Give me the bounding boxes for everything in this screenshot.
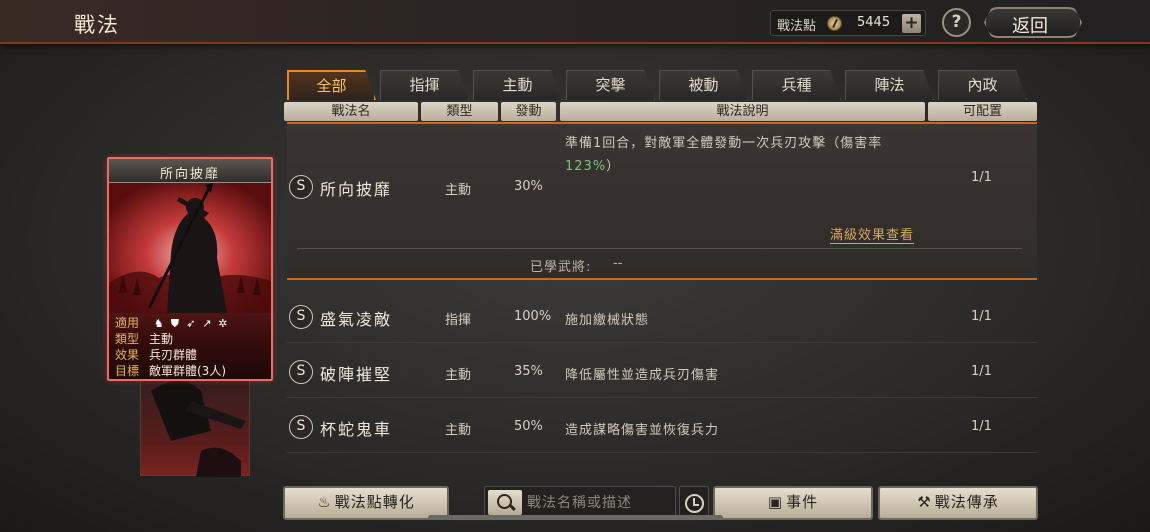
- skill-rate: 100%: [514, 309, 552, 324]
- wheel-icon: ✲: [218, 316, 228, 330]
- damage-rate-highlight: 123%: [565, 159, 607, 174]
- home-indicator: [428, 515, 723, 520]
- card-type-value: 主動: [149, 332, 174, 346]
- skill-description: 降低屬性並造成兵刃傷害: [565, 368, 720, 383]
- column-header-description: 戰法說明: [560, 102, 925, 121]
- learned-generals-label: 已學武將:: [530, 260, 592, 275]
- skill-type: 主動: [445, 423, 472, 438]
- events-button[interactable]: ▣ 事件: [713, 486, 873, 520]
- grade-badge: S: [289, 415, 313, 439]
- row-divider: [297, 248, 1022, 249]
- column-header-rate[interactable]: 發動: [501, 102, 556, 121]
- page-title: 戰法: [74, 13, 120, 37]
- card-applies-row: 適用 ♞ ⛊ ➶ ↗ ✲: [115, 315, 229, 331]
- card-title: 所向披靡: [159, 167, 220, 182]
- tab-all[interactable]: 全部: [287, 70, 376, 100]
- skill-row[interactable]: S 盛氣凌敵 指揮 100% 施加繳械狀態 1/1: [287, 289, 1037, 343]
- grade-badge: S: [289, 175, 313, 199]
- skill-name: 杯蛇鬼車: [320, 420, 393, 439]
- skill-points-value: 5445: [857, 15, 891, 30]
- convert-points-label: 戰法點轉化: [334, 493, 415, 511]
- shield-icon: ⛊: [170, 316, 179, 330]
- spear-icon: ↗: [202, 316, 212, 330]
- tab-command[interactable]: 指揮: [380, 70, 469, 100]
- tab-active[interactable]: 主動: [473, 70, 562, 100]
- card-effect-row: 效果 兵刃群體: [115, 347, 197, 363]
- scroll-icon: ▣: [767, 493, 784, 511]
- card-target-value: 敵軍群體(3人): [149, 364, 226, 378]
- skill-type: 主動: [445, 183, 472, 198]
- events-label: 事件: [786, 493, 819, 511]
- card-effect-label: 效果: [115, 348, 140, 362]
- skill-name: 破陣摧堅: [320, 365, 393, 384]
- top-bar: 戰法 戰法點 5445 + ? 返回: [0, 0, 1150, 44]
- tab-formation[interactable]: 陣法: [845, 70, 934, 100]
- card-title-bar: 所向披靡: [109, 159, 271, 183]
- card-type-label: 類型: [115, 332, 140, 346]
- learned-generals-value: --: [613, 256, 623, 271]
- tab-passive[interactable]: 被動: [659, 70, 748, 100]
- flame-icon: ♨: [317, 493, 332, 511]
- inherit-button[interactable]: ⚒ 戰法傳承: [878, 486, 1038, 520]
- skill-points-label: 戰法點: [777, 19, 817, 34]
- help-button[interactable]: ?: [942, 8, 971, 37]
- full-effect-link[interactable]: 滿級效果查看: [830, 224, 915, 244]
- skill-type: 主動: [445, 368, 472, 383]
- skill-slots: 1/1: [971, 309, 992, 324]
- skill-row[interactable]: S 破陣摧堅 主動 35% 降低屬性並造成兵刃傷害 1/1: [287, 344, 1037, 398]
- column-header-type[interactable]: 類型: [421, 102, 498, 121]
- skill-list: S 所向披靡 主動 30% 準備1回合，對敵軍全體發動一次兵刃攻擊（傷害率123…: [287, 122, 1037, 482]
- skill-rate: 50%: [514, 419, 543, 434]
- skill-name: 所向披靡: [320, 180, 393, 199]
- card-effect-value: 兵刃群體: [149, 348, 198, 362]
- column-header-name[interactable]: 戰法名: [284, 102, 418, 121]
- skill-points-icon: [827, 16, 842, 31]
- skill-slots: 1/1: [971, 419, 992, 434]
- skill-description: 造成謀略傷害並恢復兵力: [565, 423, 720, 438]
- column-header-slots[interactable]: 可配置: [928, 102, 1037, 121]
- skill-rate: 35%: [514, 364, 543, 379]
- troop-icons: ♞ ⛊ ➶ ↗ ✲: [153, 316, 229, 330]
- tab-internal-affairs[interactable]: 內政: [938, 70, 1027, 100]
- back-button[interactable]: 返回: [984, 7, 1082, 38]
- skill-slots: 1/1: [971, 170, 992, 185]
- search-input[interactable]: [527, 491, 669, 515]
- grade-badge: S: [289, 305, 313, 329]
- card-target-row: 目標 敵軍群體(3人): [115, 363, 226, 379]
- skill-points-panel: 戰法點 5445 +: [770, 10, 926, 36]
- search-icon[interactable]: [488, 490, 522, 515]
- tab-troop-type[interactable]: 兵種: [752, 70, 841, 100]
- clock-icon: [685, 494, 704, 513]
- skill-type: 指揮: [445, 313, 472, 328]
- inherit-label: 戰法傳承: [934, 493, 999, 511]
- tab-assault[interactable]: 突擊: [566, 70, 655, 100]
- back-button-label: 返回: [1012, 16, 1048, 37]
- skill-rate: 30%: [514, 179, 543, 194]
- card-target-label: 目標: [115, 364, 140, 378]
- skill-slots: 1/1: [971, 364, 992, 379]
- add-points-button[interactable]: +: [902, 14, 921, 33]
- skill-description: 準備1回合，對敵軍全體發動一次兵刃攻擊（傷害率123%）: [565, 136, 883, 174]
- bow-icon: ➶: [186, 316, 196, 330]
- card-type-row: 類型 主動: [115, 331, 173, 347]
- skill-card[interactable]: 所向披靡 適用 ♞ ⛊ ➶ ↗ ✲ 類型 主動 效果 兵刃群體 目標 敵軍群體(…: [107, 157, 273, 381]
- skill-row-expanded[interactable]: S 所向披靡 主動 30% 準備1回合，對敵軍全體發動一次兵刃攻擊（傷害率123…: [287, 122, 1037, 280]
- skill-description: 施加繳械狀態: [565, 313, 650, 328]
- warrior-art: [109, 183, 271, 313]
- grade-badge: S: [289, 360, 313, 384]
- card-applies-label: 適用: [115, 316, 140, 330]
- convert-points-button[interactable]: ♨ 戰法點轉化: [283, 486, 449, 520]
- card-info: 適用 ♞ ⛊ ➶ ↗ ✲ 類型 主動 效果 兵刃群體 目標 敵軍群體(3人): [109, 313, 271, 379]
- skill-name: 盛氣凌敵: [320, 310, 393, 329]
- cavalry-icon: ♞: [153, 316, 164, 330]
- card-back-art: [151, 381, 246, 477]
- skill-row[interactable]: S 杯蛇鬼車 主動 50% 造成謀略傷害並恢復兵力 1/1: [287, 399, 1037, 453]
- hammer-icon: ⚒: [917, 493, 932, 511]
- card-stack-back: [140, 370, 250, 477]
